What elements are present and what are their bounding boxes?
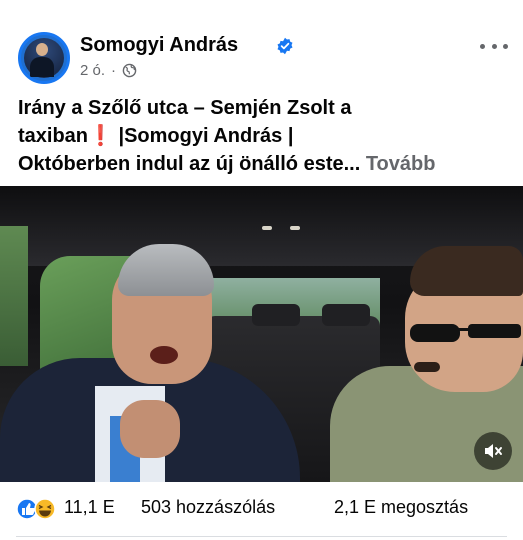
comment-count[interactable]: 503 hozzászólás xyxy=(141,497,275,518)
post-meta: 2 ó. · xyxy=(80,62,137,79)
share-count[interactable]: 2,1 E megosztás xyxy=(334,497,468,518)
headrest xyxy=(322,304,370,326)
verified-badge-icon xyxy=(277,37,293,55)
passenger-mouth xyxy=(150,346,178,364)
muted-speaker-icon[interactable] xyxy=(474,432,512,470)
meta-separator: · xyxy=(111,62,117,79)
caption-line-2: taxiban❗ |Somogyi András | xyxy=(18,122,508,150)
post-header: Somogyi András 2 ó. · xyxy=(0,0,523,88)
divider xyxy=(16,536,507,537)
post-caption: Irány a Szőlő utca – Semjén Zsolt a taxi… xyxy=(18,94,508,178)
like-reaction-icon xyxy=(16,498,38,520)
haha-reaction-icon xyxy=(34,498,56,520)
ceiling-lamp xyxy=(290,226,300,230)
caption-text-author: |Somogyi András | xyxy=(112,125,294,147)
driver-mustache xyxy=(414,362,440,372)
author-name[interactable]: Somogyi András xyxy=(80,34,238,57)
avatar-figure-head xyxy=(36,43,48,56)
more-dot xyxy=(491,43,497,49)
post-time[interactable]: 2 ó. xyxy=(80,62,105,79)
post-stats-bar: 11,1 E 503 hozzászólás 2,1 E megosztás xyxy=(0,488,523,528)
author-avatar[interactable] xyxy=(18,32,70,84)
more-dot xyxy=(503,43,508,49)
exclamation-icon: ❗ xyxy=(88,125,113,147)
reactions-icons[interactable] xyxy=(16,498,58,520)
caption-text-october: Októberben indul az új önálló este... xyxy=(18,153,361,175)
video-player[interactable] xyxy=(0,186,523,482)
caption-line-3: Októberben indul az új önálló este... To… xyxy=(18,150,508,178)
driver-hair xyxy=(410,246,523,296)
see-more-link[interactable]: Tovább xyxy=(366,153,436,175)
more-dot xyxy=(480,43,485,49)
reaction-count[interactable]: 11,1 E xyxy=(64,497,115,518)
ceiling-lamp xyxy=(262,226,272,230)
car-window-front xyxy=(0,226,28,366)
headrest xyxy=(252,304,300,326)
avatar-figure-body xyxy=(30,57,54,77)
more-options-icon[interactable] xyxy=(480,36,508,56)
speaker-glyph xyxy=(485,444,502,458)
passenger-hand xyxy=(120,400,180,458)
caption-text-taxiban: taxiban xyxy=(18,125,89,147)
caption-line-1: Irány a Szőlő utca – Semjén Zsolt a xyxy=(18,97,352,119)
globe-icon[interactable] xyxy=(122,63,137,78)
sunglasses xyxy=(410,324,521,342)
